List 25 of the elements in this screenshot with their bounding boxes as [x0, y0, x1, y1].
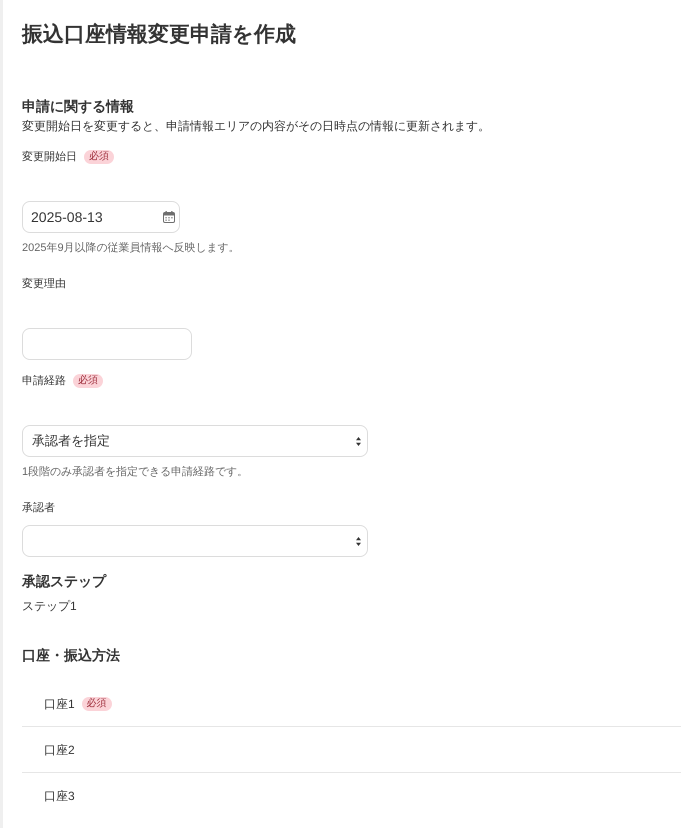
section-heading: 申請に関する情報: [22, 97, 135, 116]
select-field[interactable]: [22, 525, 368, 557]
required-badge: 必須: [84, 150, 114, 164]
field-label: 変更開始日: [22, 150, 77, 165]
updown-caret-icon: [356, 537, 361, 546]
account-item[interactable]: 口座1: [44, 694, 75, 712]
date-field[interactable]: 2025-08-13: [22, 201, 180, 233]
field-label: 変更理由: [22, 276, 66, 292]
help-text: 1段階のみ承認者を指定できる申請経路です。: [22, 464, 250, 480]
field-label: 申請経路: [22, 374, 66, 389]
account-item[interactable]: 口座3: [44, 787, 75, 805]
account-item[interactable]: 口座2: [44, 740, 75, 758]
required-badge: 必須: [73, 374, 103, 388]
updown-caret-icon: [356, 437, 361, 446]
help-text: 2025年9月以降の従業員情報へ反映します。: [22, 241, 241, 256]
step-label: ステップ1: [22, 598, 78, 615]
section-heading: 口座・振込方法: [22, 646, 121, 665]
calendar-icon: [163, 211, 175, 223]
section-description: 変更開始日を変更すると、申請情報エリアの内容がその日時点の情報に更新されます。: [22, 118, 491, 135]
text-field[interactable]: [22, 328, 192, 360]
select-field[interactable]: 承認者を指定: [22, 425, 368, 457]
page-title: 振込口座情報変更申請を作成: [22, 22, 297, 48]
field-label: 承認者: [22, 501, 55, 516]
required-badge: 必須: [82, 696, 112, 710]
section-heading: 承認ステップ: [22, 572, 108, 591]
